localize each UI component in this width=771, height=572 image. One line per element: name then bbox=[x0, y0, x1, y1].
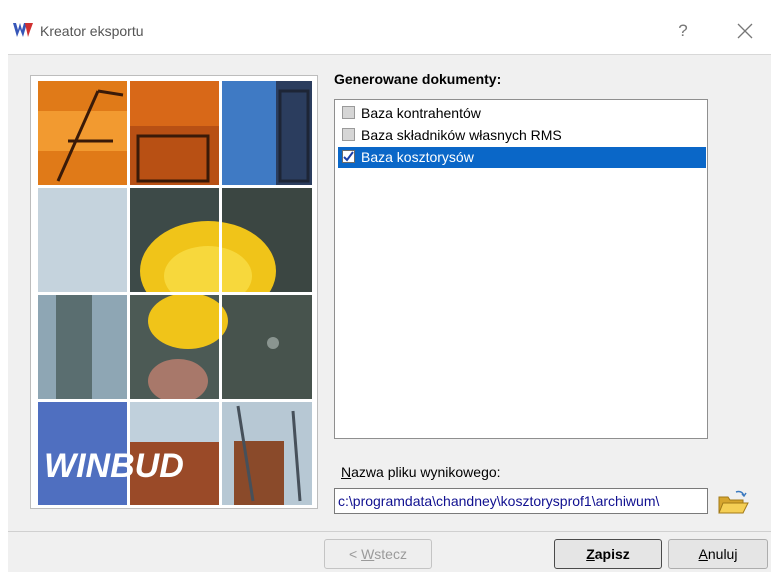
winbud-logo-text: WINBUD bbox=[44, 447, 184, 485]
window-title: Kreator eksportu bbox=[40, 23, 144, 39]
wizard-body: WINBUD Generowane dokumenty: Baza kontra… bbox=[8, 54, 771, 531]
winbud-app-icon bbox=[13, 23, 33, 37]
checkbox-contractors[interactable] bbox=[342, 106, 355, 119]
back-button[interactable]: < Wstecz bbox=[324, 539, 432, 569]
list-item-label: Baza kontrahentów bbox=[361, 105, 481, 121]
generated-documents-label: Generowane dokumenty: bbox=[334, 71, 502, 87]
output-file-path-input[interactable]: c:\programdata\chandney\kosztorysprof1\a… bbox=[334, 488, 708, 514]
construction-worker-image: WINBUD bbox=[38, 81, 312, 505]
list-item-label: Baza składników własnych RMS bbox=[361, 127, 562, 143]
list-item-contractors[interactable]: Baza kontrahentów bbox=[338, 103, 706, 124]
open-folder-icon[interactable] bbox=[716, 488, 750, 518]
checkmark-icon bbox=[343, 151, 354, 162]
checkbox-estimates[interactable] bbox=[342, 150, 355, 163]
list-item-estimates[interactable]: Baza kosztorysów bbox=[338, 147, 706, 168]
export-wizard-window: Kreator eksportu ? WINBUD Generowane dok… bbox=[8, 12, 771, 572]
wizard-footer: < Wstecz Zapisz Anuluj bbox=[8, 531, 771, 572]
help-icon: ? bbox=[678, 21, 688, 40]
list-item-label: Baza kosztorysów bbox=[361, 149, 474, 165]
output-file-label: Nazwa pliku wynikowego: bbox=[341, 464, 501, 480]
help-button[interactable]: ? bbox=[672, 18, 694, 44]
save-button[interactable]: Zapisz bbox=[554, 539, 662, 569]
close-icon[interactable] bbox=[732, 18, 758, 44]
cancel-button[interactable]: Anuluj bbox=[668, 539, 768, 569]
list-item-rms-components[interactable]: Baza składników własnych RMS bbox=[338, 125, 706, 146]
winbud-picture-frame: WINBUD bbox=[30, 75, 318, 509]
title-bar: Kreator eksportu ? bbox=[8, 12, 771, 50]
documents-list[interactable]: Baza kontrahentów Baza składników własny… bbox=[334, 99, 708, 439]
checkbox-rms-components[interactable] bbox=[342, 128, 355, 141]
